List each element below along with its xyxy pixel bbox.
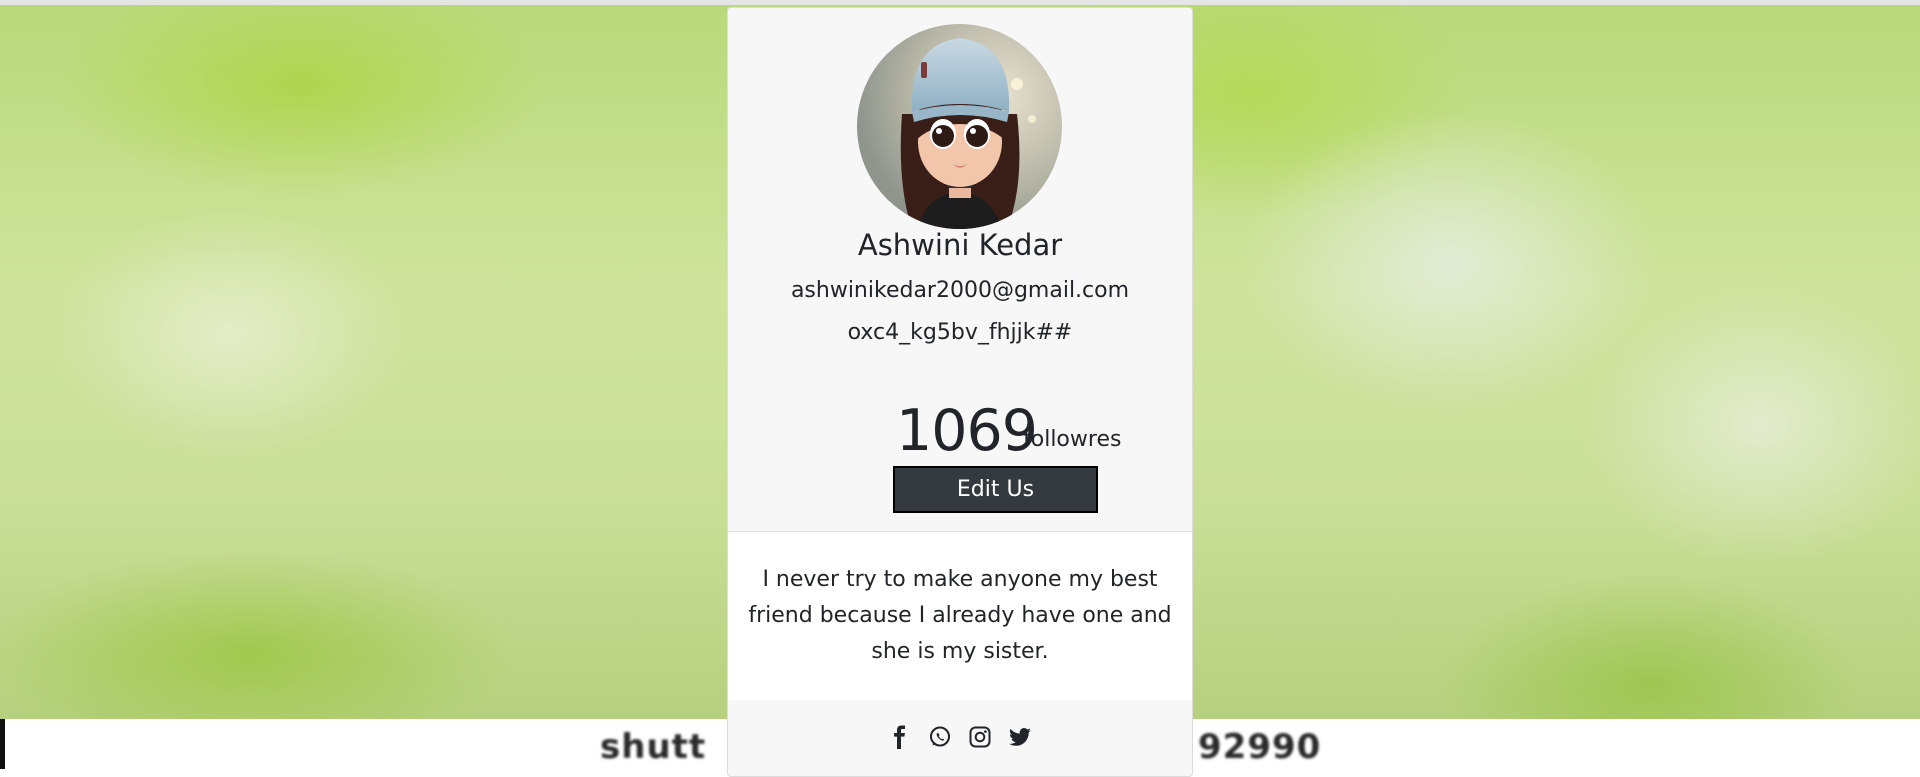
social-links xyxy=(728,700,1192,769)
twitter-icon[interactable] xyxy=(1006,723,1034,751)
profile-name: Ashwini Kedar xyxy=(857,228,1063,262)
bio-section: I never try to make anyone my best frien… xyxy=(728,531,1192,701)
whatsapp-icon[interactable] xyxy=(926,723,954,751)
bio-text: I never try to make anyone my best frien… xyxy=(748,567,1172,664)
instagram-icon[interactable] xyxy=(966,723,994,751)
profile-email: ashwinikedar2000@gmail.com xyxy=(790,278,1130,303)
avatar xyxy=(857,24,1062,229)
profile-handle: oxc4_kg5bv_fhjjk## xyxy=(847,320,1073,345)
watermark-text-right: 92990 xyxy=(1198,727,1322,767)
watermark-text-left: shutt xyxy=(600,727,707,767)
watermark-edge xyxy=(0,719,5,769)
followers-label: followres xyxy=(1023,427,1122,452)
followers-count: 1069 xyxy=(896,398,1038,464)
edit-button[interactable]: Edit Us xyxy=(893,466,1098,513)
facebook-icon[interactable] xyxy=(886,723,914,751)
